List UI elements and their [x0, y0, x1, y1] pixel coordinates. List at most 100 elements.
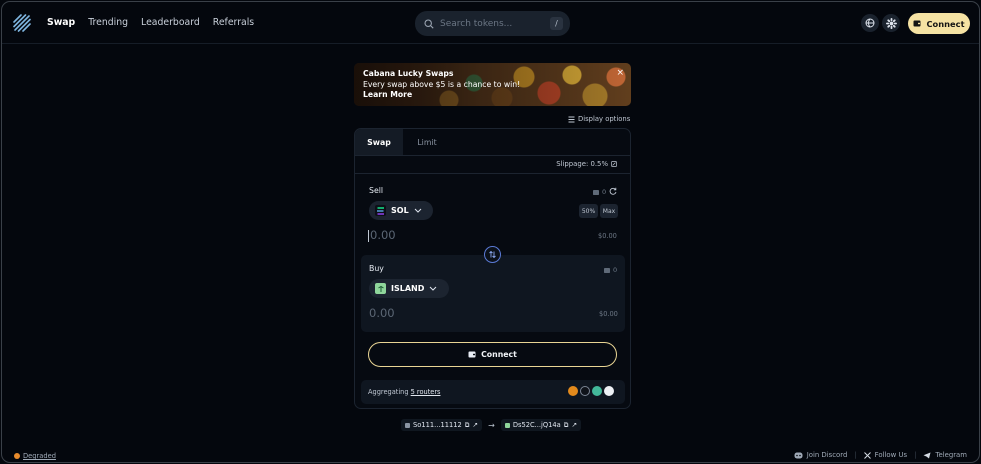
gear-icon[interactable]	[882, 14, 900, 32]
divider	[355, 155, 630, 156]
swap-arrows-icon	[489, 250, 496, 259]
header-connect-button[interactable]: Connect	[908, 13, 970, 34]
telegram-label: Telegram	[935, 451, 967, 459]
refresh-icon[interactable]	[609, 187, 617, 195]
x-label: Follow Us	[874, 451, 908, 459]
buy-label: Buy	[369, 264, 384, 273]
max-amount-button[interactable]: Max	[600, 204, 618, 218]
half-amount-button[interactable]: 50%	[579, 204, 598, 218]
sell-token-symbol: SOL	[391, 206, 409, 215]
slippage-setting[interactable]: Slippage: 0.5%	[556, 160, 617, 168]
connect-wallet-button[interactable]: Connect	[368, 342, 617, 367]
wallet-icon	[593, 189, 599, 195]
sell-usd-value: $0.00	[598, 232, 617, 240]
aggregating-prefix: Aggregating	[368, 388, 409, 396]
status-dot-icon	[14, 453, 20, 459]
router-icon	[580, 386, 590, 396]
swap-card: Swap Limit Slippage: 0.5% Sell 0 SOL 50%…	[354, 128, 631, 409]
connect-wallet-label: Connect	[481, 350, 517, 359]
island-token-icon	[375, 283, 386, 294]
text-cursor	[368, 229, 369, 242]
banner-description: Every swap above $5 is a chance to win!	[363, 79, 521, 89]
router-icon	[568, 386, 578, 396]
slippage-label: Slippage: 0.5%	[556, 160, 608, 168]
sell-amount-input[interactable]: 0.00	[368, 228, 396, 242]
buy-balance-value: 0	[613, 266, 618, 274]
promo-banner[interactable]: Cabana Lucky Swaps Every swap above $5 i…	[354, 63, 631, 106]
telegram-icon	[923, 452, 931, 458]
status-label: Degraded	[23, 452, 56, 460]
header-connect-label: Connect	[926, 18, 965, 29]
external-link-icon[interactable]: ↗	[473, 421, 479, 429]
sol-mini-icon	[405, 422, 410, 428]
wallet-icon	[604, 267, 610, 273]
separator: |	[854, 451, 857, 459]
sell-balance: 0	[593, 188, 606, 196]
nav-referrals[interactable]: Referrals	[213, 17, 254, 28]
wallet-icon	[468, 351, 476, 358]
buy-token-address-text: Ds52C...jQ14a	[512, 421, 561, 429]
banner-learn-more-link[interactable]: Learn More	[363, 90, 520, 101]
banner-text: Cabana Lucky Swaps Every swap above $5 i…	[363, 69, 520, 101]
tab-swap[interactable]: Swap	[355, 129, 403, 155]
island-mini-icon	[504, 422, 510, 428]
divider	[355, 173, 630, 174]
edit-icon	[611, 161, 617, 167]
external-link-icon[interactable]: ↗	[572, 421, 578, 429]
discord-link[interactable]: Join Discord	[794, 451, 848, 459]
buy-token-selector[interactable]: ISLAND	[369, 279, 449, 298]
nav-leaderboard[interactable]: Leaderboard	[141, 17, 200, 28]
list-icon	[568, 116, 575, 122]
separator: |	[914, 451, 917, 459]
aggregating-text: Aggregating 5 routers	[368, 388, 440, 396]
nav-trending[interactable]: Trending	[88, 17, 128, 28]
search-input[interactable]: Search tokens... /	[415, 11, 570, 36]
social-links: Join Discord | Follow Us | Telegram	[794, 451, 967, 459]
sol-token-icon	[375, 205, 386, 216]
router-icon	[604, 386, 614, 396]
sell-token-address-text: So111...11112	[413, 421, 462, 429]
buy-section: Buy 0 ISLAND 0.00 $0.00	[361, 255, 625, 332]
routers-link[interactable]: 5 routers	[411, 388, 441, 396]
copy-icon[interactable]: ⧉	[564, 421, 569, 430]
display-options-button[interactable]: Display options	[568, 115, 630, 123]
router-icon	[592, 386, 602, 396]
nav-swap[interactable]: Swap	[47, 17, 75, 28]
globe-icon[interactable]	[861, 14, 879, 32]
app-window: Swap Trending Leaderboard Referrals Sear…	[1, 1, 980, 463]
aggregator-info: Aggregating 5 routers	[361, 380, 625, 404]
copy-icon[interactable]: ⧉	[465, 421, 470, 430]
search-shortcut-key: /	[550, 17, 563, 30]
buy-token-symbol: ISLAND	[391, 284, 425, 293]
sell-token-selector[interactable]: SOL	[369, 201, 433, 220]
swap-tabs: Swap Limit	[355, 129, 451, 155]
network-status[interactable]: Degraded	[14, 452, 56, 460]
sell-token-address[interactable]: So111...11112 ⧉ ↗	[401, 419, 483, 431]
banner-title: Cabana Lucky Swaps	[363, 69, 454, 78]
sell-label: Sell	[369, 186, 384, 195]
top-header: Swap Trending Leaderboard Referrals Sear…	[2, 2, 979, 44]
router-icons	[568, 386, 614, 396]
jupiter-logo-icon[interactable]	[13, 14, 31, 32]
close-icon[interactable]: ×	[616, 68, 624, 78]
display-options-label: Display options	[578, 115, 631, 123]
search-placeholder: Search tokens...	[440, 18, 513, 29]
arrow-right-icon: →	[488, 420, 495, 430]
chevron-down-icon	[430, 286, 437, 291]
search-icon	[424, 18, 434, 29]
discord-label: Join Discord	[806, 451, 848, 459]
buy-usd-value: $0.00	[599, 310, 618, 318]
tab-limit[interactable]: Limit	[403, 129, 451, 155]
sell-balance-value: 0	[602, 188, 607, 196]
swap-direction-button[interactable]	[484, 246, 501, 263]
buy-balance: 0	[604, 266, 617, 274]
buy-amount-field[interactable]: 0.00	[369, 306, 395, 320]
buy-token-address[interactable]: Ds52C...jQ14a ⧉ ↗	[500, 419, 582, 431]
chevron-down-icon	[414, 208, 422, 213]
footer: Degraded Join Discord | Follow Us | Tele…	[2, 448, 979, 462]
discord-icon	[794, 452, 803, 458]
x-icon	[863, 451, 871, 459]
telegram-link[interactable]: Telegram	[923, 451, 967, 459]
x-link[interactable]: Follow Us	[863, 451, 908, 459]
wallet-icon	[913, 20, 921, 27]
